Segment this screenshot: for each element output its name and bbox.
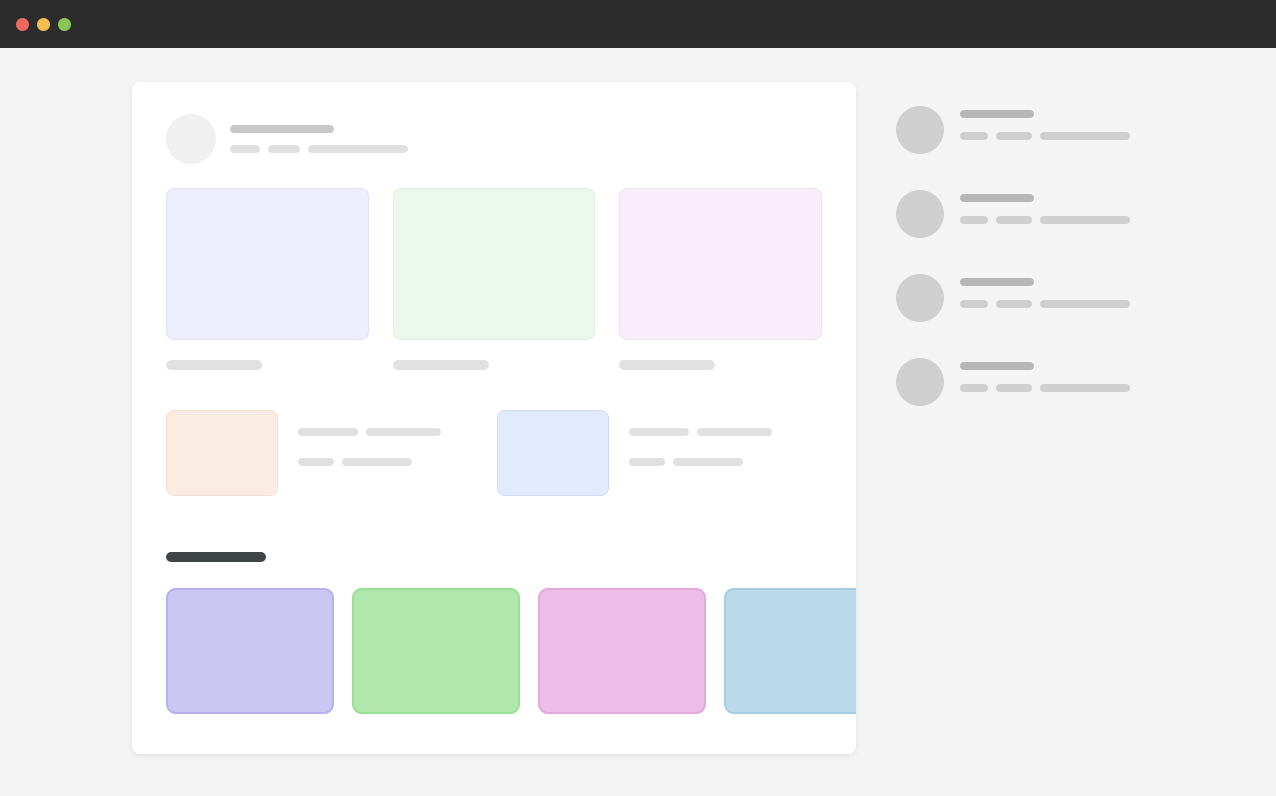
carousel-card[interactable] xyxy=(166,588,334,714)
hero-tile[interactable] xyxy=(393,188,596,340)
item-title-placeholder xyxy=(960,278,1034,286)
item-title-placeholder xyxy=(960,110,1034,118)
right-sidebar xyxy=(896,82,1156,754)
media-text-placeholder xyxy=(298,458,334,466)
avatar xyxy=(896,106,944,154)
item-meta-placeholder xyxy=(960,132,988,140)
item-meta-placeholder xyxy=(1040,216,1130,224)
close-icon[interactable] xyxy=(16,18,29,31)
media-text-placeholder xyxy=(629,428,689,436)
sidebar-list-item[interactable] xyxy=(896,358,1156,406)
item-meta-placeholder xyxy=(960,216,988,224)
media-text-placeholder xyxy=(629,458,665,466)
item-meta-placeholder xyxy=(996,300,1032,308)
hero-caption-placeholder xyxy=(393,360,489,370)
media-pair[interactable] xyxy=(497,410,772,496)
item-meta-placeholder xyxy=(996,216,1032,224)
zoom-icon[interactable] xyxy=(58,18,71,31)
hero-caption-placeholder xyxy=(166,360,262,370)
item-meta-placeholder xyxy=(996,384,1032,392)
item-meta-placeholder xyxy=(996,132,1032,140)
author-avatar[interactable] xyxy=(166,114,216,164)
hero-caption-placeholder xyxy=(619,360,715,370)
sidebar-list-item[interactable] xyxy=(896,106,1156,154)
media-text-placeholder xyxy=(673,458,743,466)
item-title-placeholder xyxy=(960,194,1034,202)
hero-tile[interactable] xyxy=(619,188,822,340)
author-header xyxy=(166,114,822,164)
main-content-card xyxy=(132,82,856,754)
media-text-placeholder xyxy=(298,428,358,436)
media-thumbnail xyxy=(166,410,278,496)
avatar xyxy=(896,190,944,238)
card-carousel[interactable] xyxy=(166,588,856,714)
item-meta-placeholder xyxy=(1040,132,1130,140)
hero-caption-row xyxy=(166,360,822,370)
avatar xyxy=(896,358,944,406)
media-text-placeholder xyxy=(366,428,441,436)
carousel-card[interactable] xyxy=(724,588,856,714)
media-pair-row xyxy=(166,410,822,496)
author-meta-placeholder xyxy=(268,145,300,153)
author-meta-placeholder xyxy=(308,145,408,153)
carousel-card[interactable] xyxy=(538,588,706,714)
media-thumbnail xyxy=(497,410,609,496)
media-text-placeholder xyxy=(697,428,772,436)
carousel-card[interactable] xyxy=(352,588,520,714)
media-text-placeholder xyxy=(342,458,412,466)
hero-tile-row xyxy=(166,188,822,340)
author-meta-placeholder xyxy=(230,145,260,153)
window-titlebar xyxy=(0,0,1276,48)
item-meta-placeholder xyxy=(960,384,988,392)
item-meta-placeholder xyxy=(960,300,988,308)
section-heading-placeholder xyxy=(166,552,266,562)
media-pair[interactable] xyxy=(166,410,441,496)
item-title-placeholder xyxy=(960,362,1034,370)
item-meta-placeholder xyxy=(1040,384,1130,392)
hero-tile[interactable] xyxy=(166,188,369,340)
minimize-icon[interactable] xyxy=(37,18,50,31)
avatar xyxy=(896,274,944,322)
sidebar-list-item[interactable] xyxy=(896,190,1156,238)
item-meta-placeholder xyxy=(1040,300,1130,308)
author-name-placeholder xyxy=(230,125,334,133)
sidebar-list-item[interactable] xyxy=(896,274,1156,322)
